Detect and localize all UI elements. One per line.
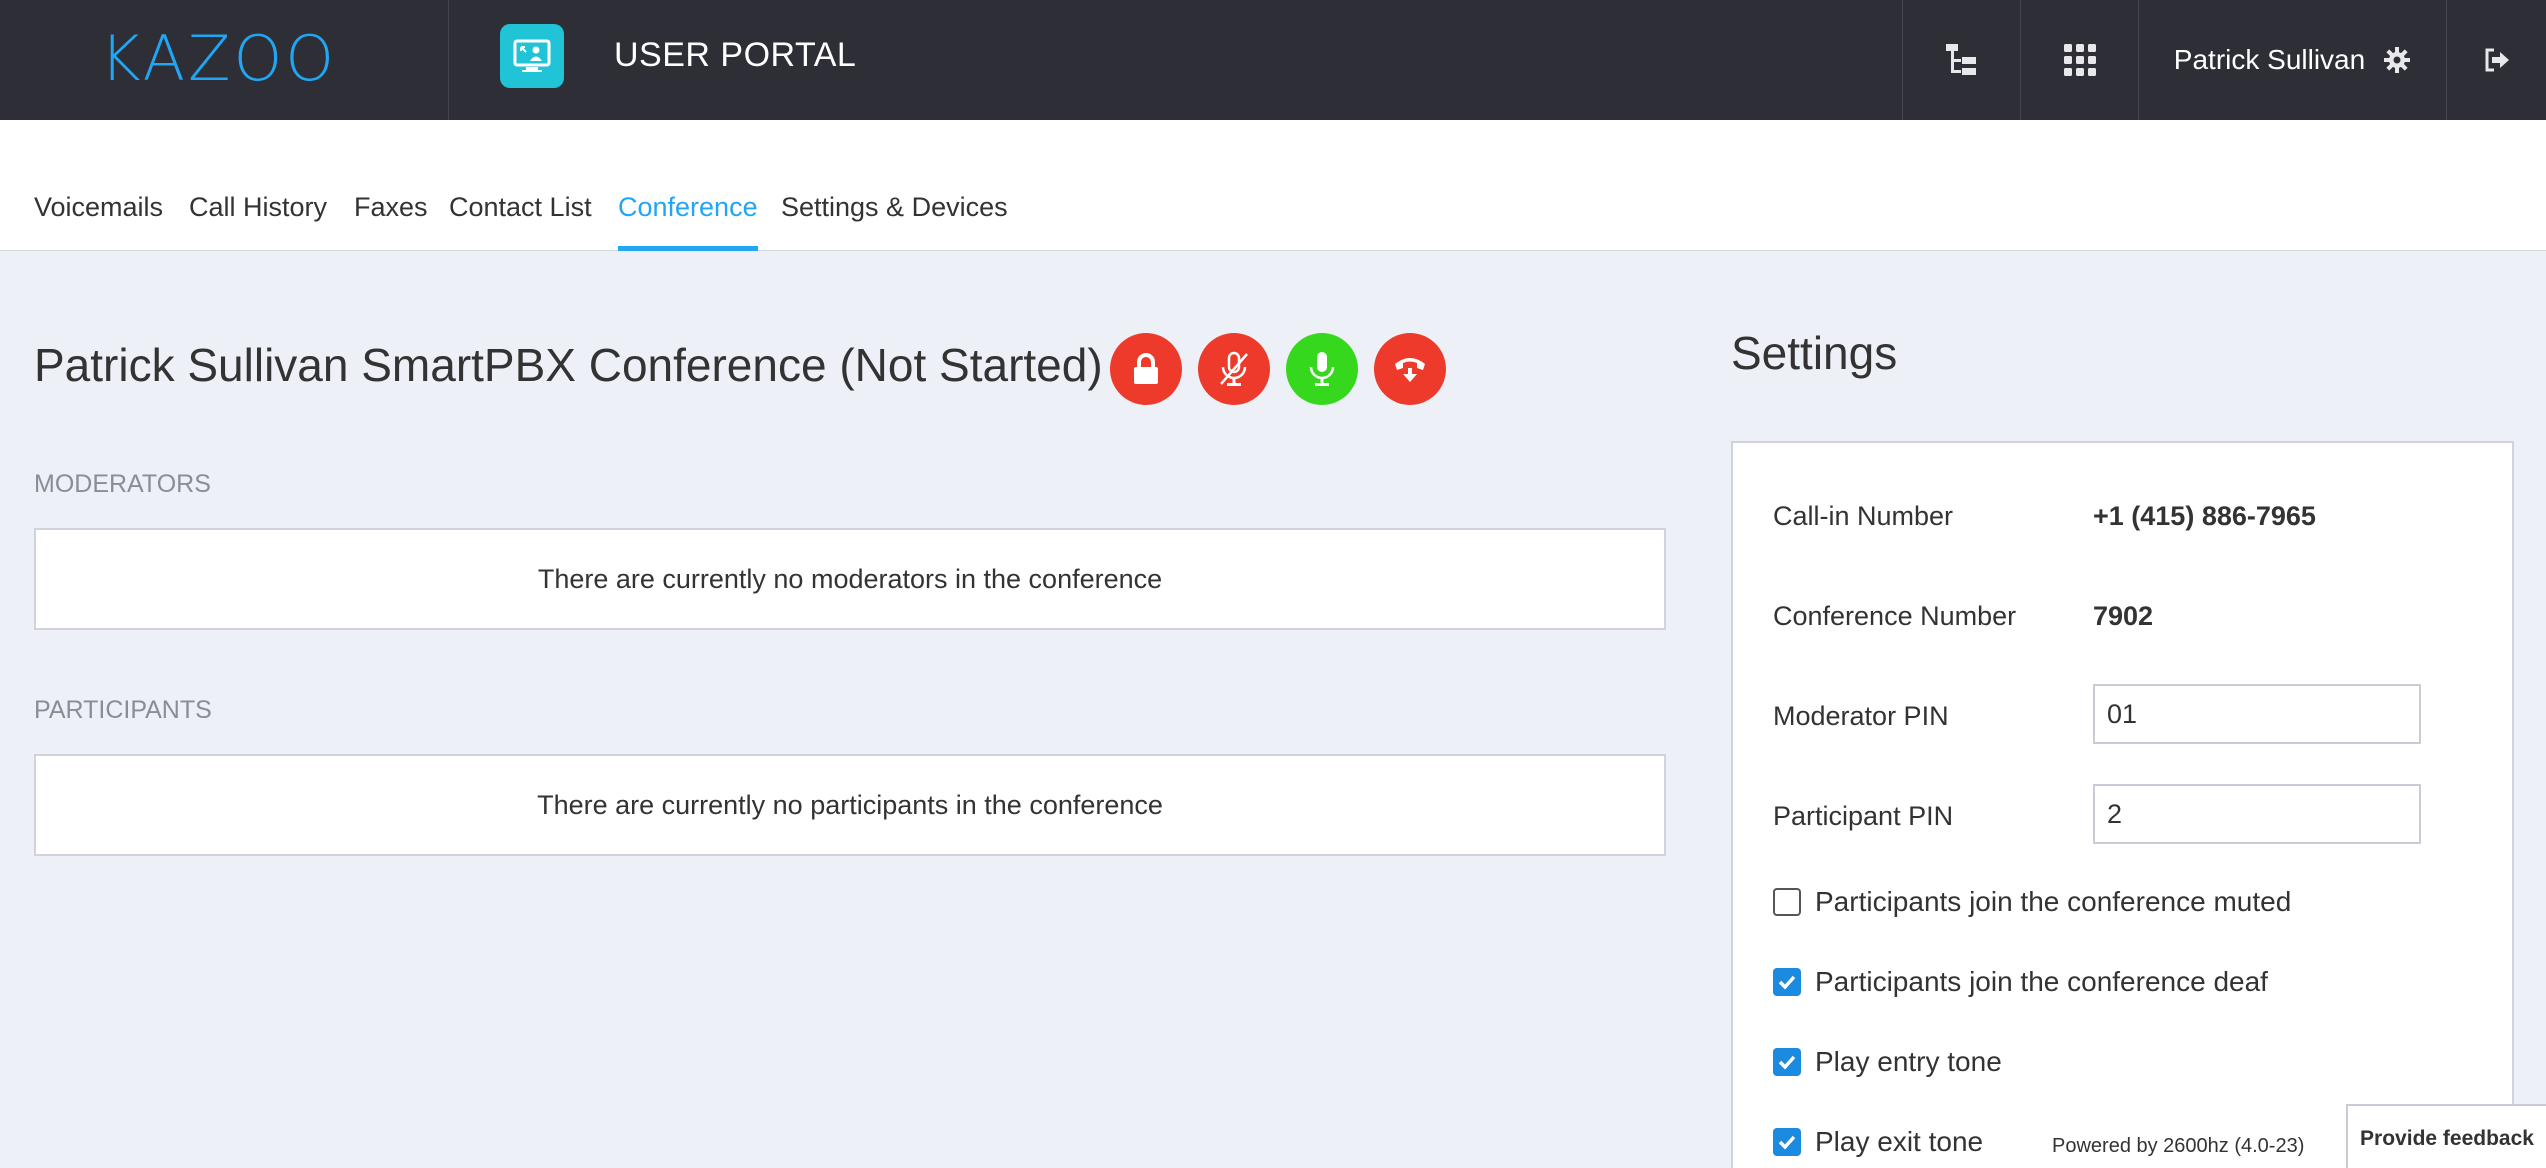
gear-icon	[2384, 47, 2411, 73]
settings-title: Settings	[1731, 327, 1898, 379]
lock-conference-button[interactable]	[1110, 333, 1182, 405]
settings-panel: Call-in Number +1 (415) 886-7965 Confere…	[1731, 441, 2514, 1168]
conference-number-label: Conference Number	[1773, 601, 2017, 631]
checkmark-icon	[1778, 1135, 1796, 1150]
tab-bar: Voicemails Call History Faxes Contact Li…	[0, 120, 2546, 251]
call-in-number-label: Call-in Number	[1773, 501, 1954, 531]
mute-all-button[interactable]	[1198, 333, 1270, 405]
account-tree-button[interactable]	[1902, 0, 2020, 120]
logout-button[interactable]	[2446, 0, 2546, 120]
tab-contact-list[interactable]: Contact List	[449, 192, 592, 251]
option-entry-tone[interactable]: Play entry tone	[1773, 1046, 2002, 1078]
exit-tone-label: Play exit tone	[1815, 1126, 1984, 1157]
participants-list: There are currently no participants in t…	[34, 754, 1666, 856]
join-deaf-label: Participants join the conference deaf	[1815, 966, 2268, 997]
moderator-pin-input[interactable]	[2093, 684, 2421, 744]
join-muted-checkbox[interactable]	[1773, 888, 1801, 916]
unmute-all-button[interactable]	[1286, 333, 1358, 405]
participant-pin-label: Participant PIN	[1773, 801, 1954, 831]
powered-by-text: Powered by 2600hz (4.0-23)	[2052, 1135, 2305, 1157]
hangup-all-button[interactable]	[1374, 333, 1446, 405]
tab-voicemails[interactable]: Voicemails	[34, 192, 163, 251]
tab-settings-devices[interactable]: Settings & Devices	[781, 192, 1008, 251]
entry-tone-label: Play entry tone	[1815, 1046, 2002, 1077]
moderator-pin-label: Moderator PIN	[1773, 701, 1949, 731]
tab-faxes[interactable]: Faxes	[354, 192, 428, 251]
app-title: USER PORTAL	[614, 36, 857, 74]
join-deaf-checkbox[interactable]	[1773, 968, 1801, 996]
logout-icon	[2485, 48, 2509, 72]
provide-feedback-button[interactable]: Provide feedback	[2346, 1104, 2546, 1168]
participants-empty-message: There are currently no participants in t…	[537, 789, 1163, 820]
kazoo-logo[interactable]: KAZOO	[100, 22, 337, 95]
exit-tone-checkbox[interactable]	[1773, 1128, 1801, 1156]
logo-cell[interactable]: KAZOO	[0, 0, 449, 120]
user-menu[interactable]: Patrick Sullivan	[2138, 0, 2446, 120]
tab-call-history[interactable]: Call History	[189, 192, 327, 251]
app-grid-icon	[2063, 44, 2096, 76]
user-portal-icon[interactable]	[500, 24, 564, 88]
lock-icon	[1134, 353, 1158, 384]
account-tree-icon	[1945, 44, 1976, 75]
moderators-label: MODERATORS	[34, 470, 211, 498]
hangup-icon	[1395, 358, 1425, 382]
checkmark-icon	[1778, 1055, 1796, 1070]
moderators-list: There are currently no moderators in the…	[34, 528, 1666, 630]
app-grid-button[interactable]	[2020, 0, 2138, 120]
conference-title: Patrick Sullivan SmartPBX Conference (No…	[34, 339, 1103, 391]
checkmark-icon	[1778, 975, 1796, 990]
call-in-number-value: +1 (415) 886-7965	[2093, 501, 2316, 531]
join-muted-label: Participants join the conference muted	[1815, 886, 2292, 917]
unmute-all-icon	[1309, 352, 1335, 386]
entry-tone-checkbox[interactable]	[1773, 1048, 1801, 1076]
top-bar: KAZOO USER PORTAL Patrick Sullivan	[0, 0, 2546, 120]
user-name: Patrick Sullivan	[2173, 44, 2366, 75]
option-join-deaf[interactable]: Participants join the conference deaf	[1773, 966, 2268, 998]
mute-all-icon	[1220, 351, 1248, 386]
conference-number-value: 7902	[2093, 601, 2154, 631]
option-join-muted[interactable]: Participants join the conference muted	[1773, 886, 2291, 918]
participant-pin-input[interactable]	[2093, 784, 2421, 844]
tab-conference[interactable]: Conference	[618, 192, 758, 251]
moderators-empty-message: There are currently no moderators in the…	[537, 563, 1163, 594]
participants-label: PARTICIPANTS	[34, 696, 212, 724]
option-exit-tone[interactable]: Play exit tone	[1773, 1126, 1983, 1158]
